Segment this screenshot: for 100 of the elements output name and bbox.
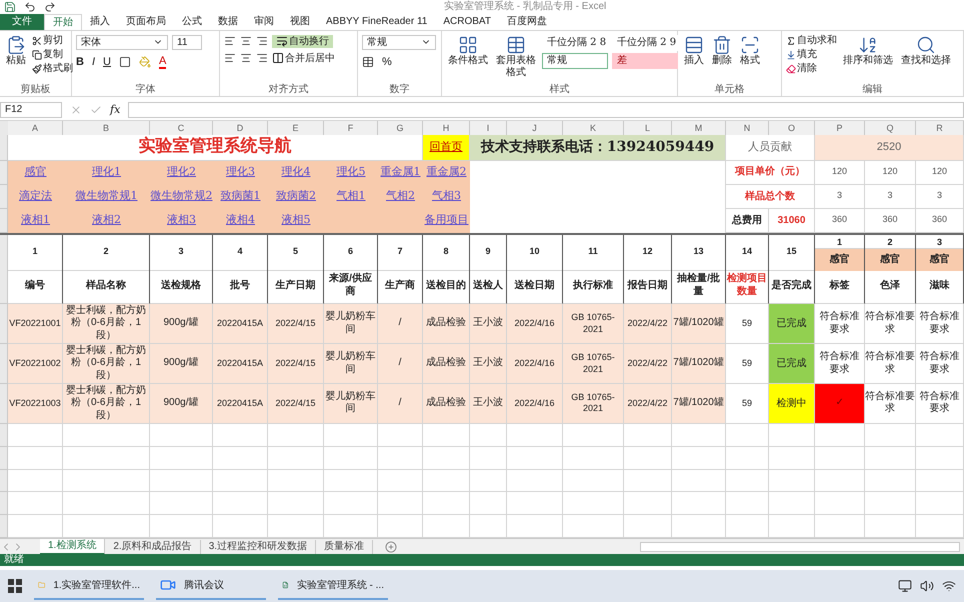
save-icon[interactable]	[4, 0, 16, 13]
nav-link[interactable]: 气相2	[386, 188, 415, 205]
column-header[interactable]: B	[63, 120, 150, 135]
font-color-button[interactable]: A	[158, 56, 166, 69]
undo-icon[interactable]	[24, 0, 36, 13]
border-icon[interactable]	[118, 56, 131, 68]
table-format-button[interactable]: 套用表格格式	[494, 34, 538, 80]
cut-button[interactable]: 剪切	[32, 34, 73, 47]
nav-link[interactable]: 理化3	[226, 164, 255, 181]
result-cell: 符合标准要求	[865, 304, 916, 344]
fill-button[interactable]: 填充	[786, 48, 837, 61]
taskbar-app[interactable]: 1.实验室管理软件...	[34, 572, 144, 600]
table-cell: 成品检验	[423, 304, 470, 344]
formula-input[interactable]	[128, 102, 964, 118]
ribbon-tab[interactable]: 审阅	[246, 14, 282, 30]
column-header[interactable]: D	[213, 120, 268, 135]
ribbon-tab[interactable]: 开始	[44, 14, 82, 30]
taskbar-app[interactable]: 腾讯会议	[156, 572, 266, 600]
sheet-tab[interactable]: 1.检测系统	[40, 538, 106, 555]
empty-cell	[268, 492, 324, 516]
paste-button[interactable]: 粘贴	[4, 34, 28, 68]
align-center-icon[interactable]	[240, 52, 252, 64]
format-button[interactable]: 格式	[738, 34, 762, 68]
nav-link[interactable]: 理化2	[167, 164, 196, 181]
ribbon-tab[interactable]: 插入	[82, 14, 118, 30]
windows-start-icon[interactable]	[8, 579, 22, 594]
conditional-format-button[interactable]: 条件格式	[446, 34, 490, 68]
nav-link[interactable]: 备用项目	[424, 212, 468, 229]
ribbon-tab[interactable]: 百度网盘	[498, 14, 555, 30]
result-cell: 符合标准要求	[916, 304, 964, 344]
nav-link[interactable]: 感官	[24, 164, 46, 181]
table-cell: VF20221003	[8, 384, 63, 424]
cell-style[interactable]: 差	[612, 52, 678, 69]
ribbon-tab[interactable]: 公式	[174, 14, 210, 30]
column-header[interactable]: N	[726, 120, 769, 135]
copy-button[interactable]: 复制	[32, 48, 73, 61]
nav-link[interactable]: 气相1	[336, 188, 366, 205]
bold-button[interactable]: B	[76, 54, 84, 70]
nav-link[interactable]: 理化1	[92, 164, 121, 181]
ribbon-tab[interactable]: ABBYY FineReader 11	[318, 14, 436, 30]
italic-button[interactable]: I	[92, 54, 96, 70]
column-header[interactable]: O	[769, 120, 815, 135]
redo-icon[interactable]	[44, 0, 56, 13]
name-box[interactable]: F12	[0, 102, 62, 118]
nav-link[interactable]: 气相3	[432, 188, 461, 205]
nav-link[interactable]: 重金属1	[380, 164, 420, 181]
wrap-text-button[interactable]: 自动换行	[272, 34, 333, 48]
taskbar-app[interactable]: 实验室管理系统 - ...	[278, 572, 388, 600]
underline-button[interactable]: U	[103, 54, 111, 70]
nav-link[interactable]: 致病菌2	[276, 188, 316, 205]
find-select-button[interactable]: 查找和选择	[899, 34, 953, 68]
cell-style[interactable]: 常规	[542, 52, 608, 69]
function-label[interactable]: fx	[110, 102, 120, 118]
align-center-icon[interactable]	[240, 35, 252, 48]
ribbon-tab[interactable]: 页面布局	[118, 14, 174, 30]
nav-link[interactable]: 液相4	[226, 212, 255, 229]
nav-link[interactable]: 致病菌1	[220, 188, 260, 205]
monitor-icon[interactable]	[898, 579, 912, 594]
merge-center-button[interactable]: 合并后居中	[272, 52, 335, 65]
nav-link[interactable]: 理化5	[336, 164, 366, 181]
column-header[interactable]: E	[268, 120, 324, 135]
ribbon-tab[interactable]: 数据	[210, 14, 246, 30]
align-right-icon[interactable]	[256, 35, 268, 48]
nav-link[interactable]: 液相1	[21, 212, 50, 229]
empty-cell	[672, 492, 726, 516]
align-left-icon[interactable]	[224, 35, 236, 48]
sort-filter-button[interactable]: 排序和筛选	[841, 34, 895, 68]
column-header[interactable]: G	[378, 120, 423, 135]
volume-icon[interactable]	[920, 579, 934, 594]
font-name-field[interactable]: 宋体	[76, 34, 168, 50]
align-left-icon[interactable]	[224, 52, 236, 64]
number-format-field[interactable]: 常规	[362, 34, 436, 50]
delete-button[interactable]: 删除	[710, 34, 734, 68]
column-header[interactable]: A	[8, 120, 63, 135]
nav-link[interactable]: 液相2	[92, 212, 121, 229]
horizontal-scrollbar[interactable]	[640, 542, 960, 552]
font-size-field[interactable]: 11	[172, 34, 202, 50]
add-sheet-icon[interactable]	[385, 540, 398, 553]
ribbon-tab[interactable]: 文件	[0, 14, 44, 30]
autosum-button[interactable]: 自动求和	[786, 34, 837, 47]
nav-link[interactable]: 液相3	[167, 212, 196, 229]
table-cell: 2022/4/16	[507, 304, 563, 344]
group-label: 数字	[388, 84, 410, 96]
nav-link[interactable]: 液相5	[282, 212, 310, 229]
column-header[interactable]: F	[324, 120, 378, 135]
nav-link[interactable]: 微生物常规1	[76, 188, 138, 205]
clear-button[interactable]: 清除	[786, 62, 837, 75]
nav-link[interactable]: 重金属2	[426, 164, 466, 181]
ribbon-tab[interactable]: 视图	[282, 14, 318, 30]
percent-button[interactable]: %	[382, 54, 392, 70]
column-number: 4	[213, 234, 268, 271]
column-number: 1	[8, 234, 63, 271]
ribbon-tab[interactable]: ACROBAT	[435, 14, 499, 30]
column-header[interactable]: C	[150, 120, 213, 135]
nav-link[interactable]: 理化4	[282, 164, 310, 181]
nav-link[interactable]: 滴定法	[19, 188, 52, 205]
insert-button[interactable]: 插入	[682, 34, 706, 68]
format-painter-button[interactable]: 格式刷	[32, 62, 73, 75]
align-right-icon[interactable]	[256, 52, 268, 64]
nav-link[interactable]: 微生物常规2	[150, 188, 212, 205]
